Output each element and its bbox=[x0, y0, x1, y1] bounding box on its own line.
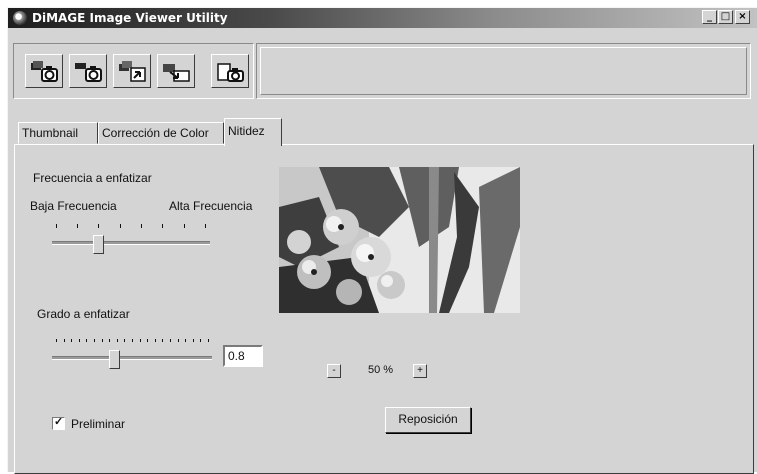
slider-tick bbox=[192, 339, 194, 342]
slider-tick bbox=[63, 339, 65, 342]
degree-value-field[interactable]: 0.8 bbox=[223, 345, 263, 367]
window-title: DiMAGE Image Viewer Utility bbox=[32, 11, 228, 25]
info-panel-inner bbox=[260, 47, 747, 95]
slider-tick bbox=[141, 224, 142, 228]
slider-tick bbox=[200, 339, 202, 342]
degree-slider-track[interactable] bbox=[52, 356, 212, 360]
slider-tick bbox=[162, 224, 163, 228]
slider-tick bbox=[154, 339, 156, 342]
frequency-slider-thumb[interactable] bbox=[92, 235, 104, 254]
app-icon bbox=[13, 11, 27, 25]
slider-tick bbox=[109, 339, 111, 342]
camera-to-cards-icon bbox=[75, 63, 102, 82]
preview-checkbox[interactable]: ✓ bbox=[52, 416, 65, 430]
cards-swap-button[interactable] bbox=[157, 54, 195, 88]
frequency-title: Frecuencia a enfatizar bbox=[33, 171, 152, 185]
camera-to-cards-button[interactable] bbox=[69, 54, 107, 88]
minimize-button[interactable]: _ bbox=[702, 10, 717, 24]
slider-tick bbox=[124, 339, 126, 342]
reposicion-button[interactable]: Reposición bbox=[385, 407, 471, 433]
preview-image bbox=[279, 167, 520, 313]
slider-tick bbox=[177, 339, 179, 342]
slider-tick bbox=[208, 339, 209, 342]
preview-checkbox-label[interactable]: Preliminar bbox=[71, 417, 125, 431]
info-panel bbox=[256, 43, 751, 99]
slider-tick bbox=[162, 339, 164, 342]
flower-photo bbox=[279, 167, 520, 313]
checkmark-icon: ✓ bbox=[54, 416, 64, 428]
title-bar[interactable]: DiMAGE Image Viewer Utility _ □ × bbox=[8, 8, 757, 28]
tab-thumbnail[interactable]: Thumbnail bbox=[18, 122, 98, 144]
slider-tick bbox=[184, 224, 185, 228]
slider-tick bbox=[86, 339, 88, 342]
slider-tick bbox=[120, 224, 121, 228]
camera-settings-icon bbox=[217, 63, 244, 82]
slider-tick bbox=[71, 339, 73, 342]
tab-correccion-de-color[interactable]: Corrección de Color bbox=[98, 122, 224, 144]
slider-tick bbox=[170, 339, 171, 342]
slider-tick bbox=[132, 339, 133, 342]
low-frequency-label: Baja Frecuencia bbox=[30, 199, 117, 213]
toolbar bbox=[13, 43, 254, 99]
slider-tick bbox=[101, 339, 103, 342]
zoom-in-button[interactable]: + bbox=[413, 364, 427, 378]
tab-nitidez[interactable]: Nitidez bbox=[224, 118, 282, 146]
degree-title: Grado a enfatizar bbox=[37, 307, 130, 321]
slider-tick bbox=[77, 224, 78, 228]
zoom-out-button[interactable]: - bbox=[327, 364, 341, 378]
slider-tick bbox=[139, 339, 141, 342]
slider-tick bbox=[56, 339, 57, 342]
maximize-button[interactable]: □ bbox=[718, 10, 733, 24]
cards-swap-icon bbox=[163, 64, 190, 82]
slider-tick bbox=[116, 339, 118, 342]
cards-refresh-button[interactable] bbox=[113, 54, 151, 88]
slider-tick bbox=[94, 339, 95, 342]
cards-refresh-icon bbox=[119, 61, 146, 82]
cards-to-camera-icon bbox=[31, 61, 58, 82]
slider-tick bbox=[78, 339, 80, 342]
slider-tick bbox=[56, 224, 57, 228]
slider-tick bbox=[147, 339, 149, 342]
frequency-slider-track[interactable] bbox=[52, 241, 210, 245]
slider-tick bbox=[205, 224, 206, 228]
slider-tick bbox=[98, 224, 99, 228]
cards-to-camera-button[interactable] bbox=[25, 54, 63, 88]
camera-settings-button[interactable] bbox=[211, 54, 249, 88]
close-button[interactable]: × bbox=[735, 10, 750, 24]
zoom-value: 50 % bbox=[368, 364, 394, 376]
slider-tick bbox=[185, 339, 187, 342]
degree-slider-thumb[interactable] bbox=[108, 350, 120, 369]
high-frequency-label: Alta Frecuencia bbox=[169, 199, 253, 213]
